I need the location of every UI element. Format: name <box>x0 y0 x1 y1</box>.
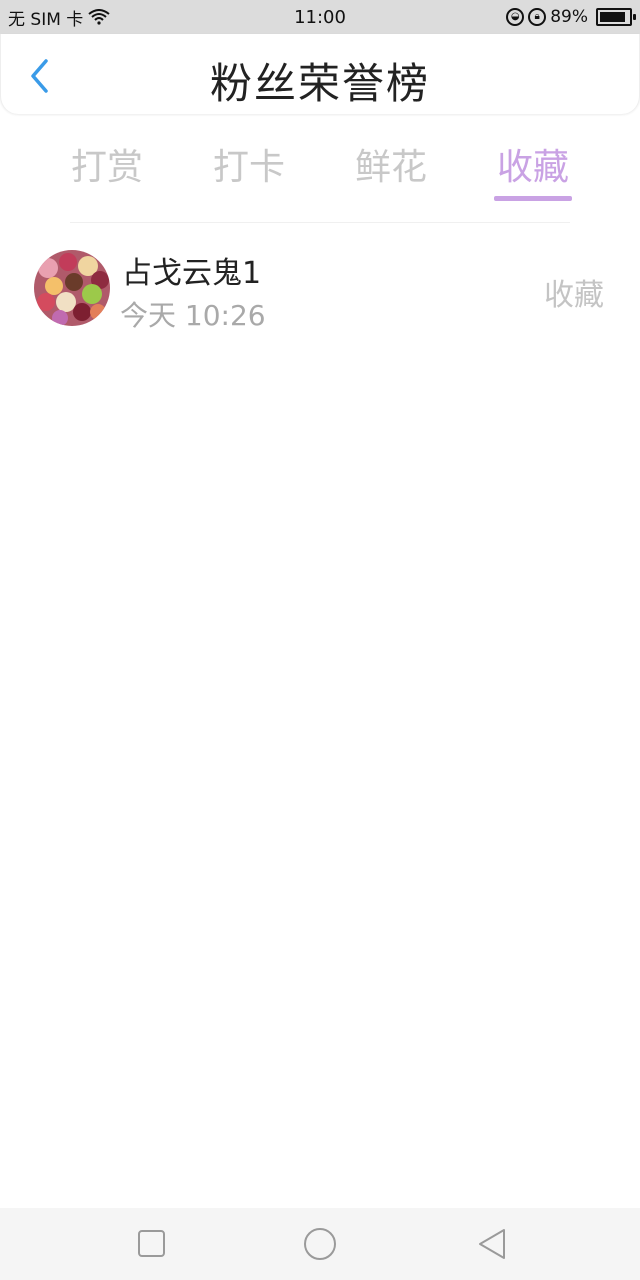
home-button[interactable] <box>302 1226 338 1262</box>
triangle-left-icon <box>479 1229 505 1259</box>
recent-apps-button[interactable] <box>134 1226 170 1262</box>
user-time: 今天 10:26 <box>120 299 266 332</box>
tab-checkin[interactable]: 打卡 <box>204 138 294 198</box>
system-nav-bar <box>0 1208 640 1280</box>
avatar[interactable] <box>34 250 110 326</box>
tabs-divider <box>70 222 570 223</box>
avatar-image <box>34 250 110 326</box>
user-name: 占戈云鬼1 <box>122 256 262 291</box>
tab-reward[interactable]: 打赏 <box>62 138 152 198</box>
tab-bar: 打赏 打卡 鲜花 收藏 <box>0 130 640 210</box>
battery-percent: 89% <box>550 7 588 27</box>
battery-icon <box>596 8 636 26</box>
do-not-disturb-icon: ◒ <box>506 8 525 26</box>
circle-icon <box>304 1228 336 1260</box>
rotation-lock-icon: 🔒︎ <box>528 8 547 26</box>
square-icon <box>138 1230 165 1257</box>
status-bar-right: ◒ 🔒︎ 89% <box>506 7 636 27</box>
row-action-label: 收藏 <box>544 278 604 313</box>
page-title: 粉丝荣誉榜 <box>209 59 430 108</box>
header: 粉丝荣誉榜 <box>0 34 640 114</box>
status-bar-left: 无 SIM 卡 <box>8 5 111 30</box>
wifi-icon <box>88 9 110 25</box>
status-bar: 无 SIM 卡 11:00 ◒ 🔒︎ 89% <box>0 0 640 34</box>
list-item[interactable]: 占戈云鬼1 今天 10:26 收藏 <box>0 240 640 336</box>
back-nav-button[interactable] <box>474 1226 510 1262</box>
tab-flowers[interactable]: 鲜花 <box>346 138 436 198</box>
tab-favorites[interactable]: 收藏 <box>488 138 578 198</box>
battery-fill <box>600 12 625 22</box>
carrier-text: 无 SIM 卡 <box>8 9 84 30</box>
tab-active-indicator <box>494 196 572 201</box>
